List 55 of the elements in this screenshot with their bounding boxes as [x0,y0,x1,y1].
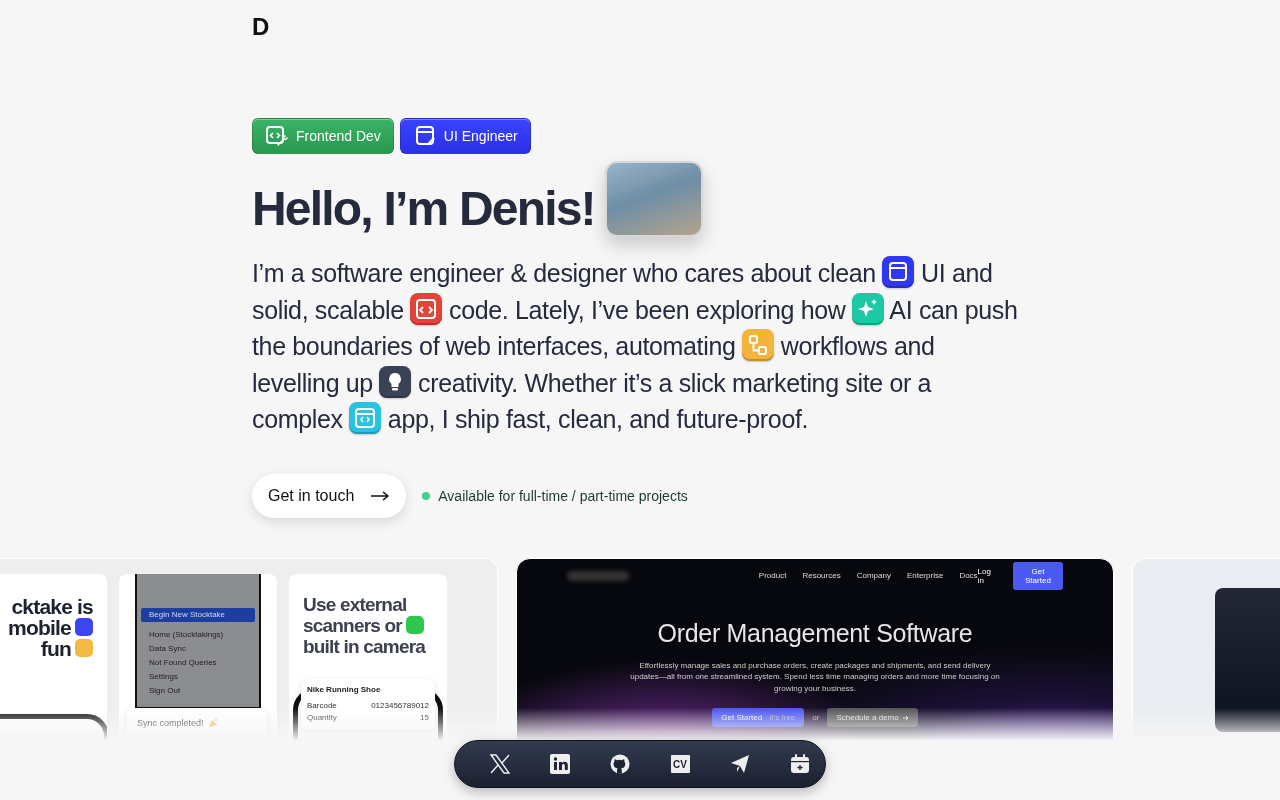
project-card[interactable] [0,557,498,741]
hero-title: Order Management Software [656,618,974,648]
login-link[interactable]: Log in [977,566,997,585]
code-icon [410,292,443,325]
headline-text: cktake is [11,595,93,617]
github-icon [610,754,630,774]
arrow-right-icon [902,714,909,721]
headline-text: fun [40,637,71,659]
menu-item[interactable]: Settings [141,669,255,684]
party-popper-icon [207,717,218,728]
flowchart-icon [742,329,775,362]
field-value: 0123456789012 [371,701,429,710]
product-name: Nike Running Shoe [307,684,382,694]
nav-link[interactable]: Product [758,571,787,580]
sparkle-icon [852,292,885,325]
get-started-button[interactable]: Get Started [1012,561,1063,590]
intro-paragraph: I’m a software engineer & designer who cares about clean UI and solid, scalable code. Lately, I’ve been exploring how AI can push the boundaries of web interfaces, automating workflows and levelling up creativity. Whether it’s a slick marketing site or a complex app, I ship fast, clean, and future-proof. [252,255,1028,438]
toast-text: Sync completed! [137,717,204,728]
nav-link[interactable]: Company [856,571,891,580]
availability-text: Available for full-time / part-time projects [438,487,688,504]
get-in-touch-button[interactable]: Get in touch [252,473,407,518]
code-wrench-icon [265,124,289,148]
project-card[interactable] [516,557,1114,741]
headline-text: Use external [303,593,407,615]
menu-button[interactable]: Begin New Stocktake [141,607,255,622]
paper-plane-icon [730,754,750,774]
role-badge: UI Engineer [399,118,531,154]
calendar-plus-icon [791,754,809,774]
x-logo-icon [489,753,511,775]
menu-item[interactable]: Data Sync [141,641,255,656]
field-label: Barcode [307,701,337,710]
lightbulb-icon [379,365,412,398]
menu-item[interactable]: Home (Stocktakings) [141,627,255,642]
menu-item[interactable]: Sign Out [141,683,255,698]
code-window-icon [349,402,382,435]
cv-link[interactable]: CV [650,744,710,784]
headline-text: built in camera [303,635,426,657]
headline-text: mobile [8,616,71,638]
field-label: Quantity [307,713,337,722]
nav-link[interactable]: Enterprise [906,571,944,580]
or-text: or [812,713,820,722]
arrow-right-icon [370,490,391,501]
window-brush-icon [414,125,437,147]
field-value: 15 [420,713,429,722]
headline-text: scanners or [303,614,402,636]
window-icon [882,256,915,289]
hero-description: Effortlessly manage sales and purchase orders, create packages and shipments, and send delivery updates—all from one streamlined system. Spend less time managing orders and more time focusing on growing your business. [629,659,1001,694]
linkedin-icon [550,754,570,774]
menu-item[interactable]: Not Found Queries [141,655,255,670]
logo[interactable]: D [252,14,270,40]
status-dot [422,491,431,500]
role-badge: Frontend Dev [252,118,394,154]
nav-link[interactable]: Docs [959,571,978,580]
heading: Hello, I’m Denis! [252,181,595,237]
nav-link[interactable]: Resources [802,571,841,580]
